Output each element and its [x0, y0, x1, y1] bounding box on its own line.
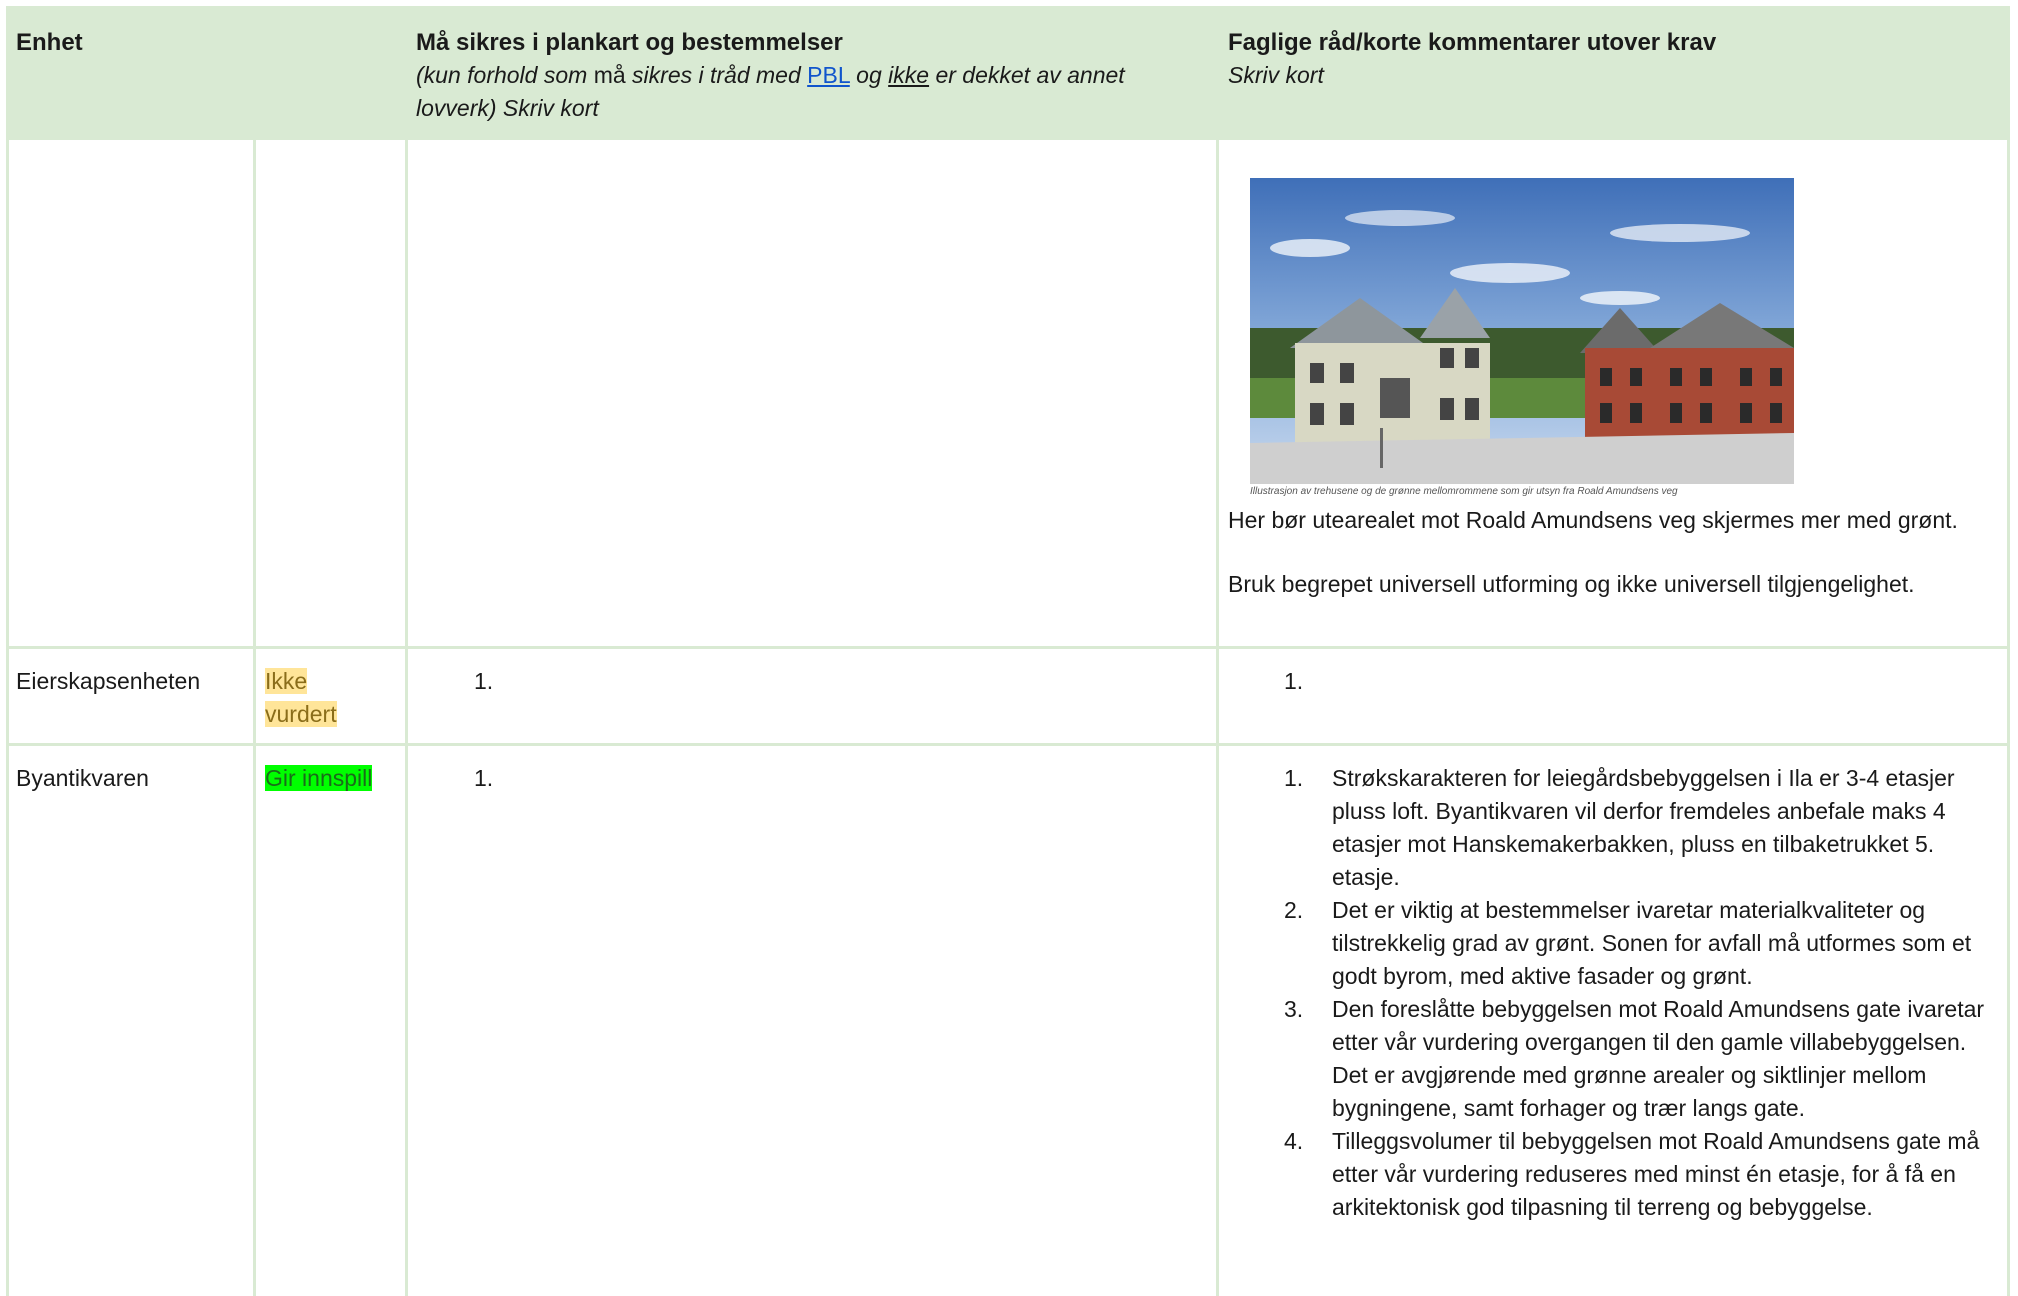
comment-list-item: 1.	[1284, 668, 1304, 694]
unit-name: Byantikvaren	[16, 765, 149, 791]
header-enhet: Enhet	[16, 29, 83, 56]
status-badge: Gir innspill	[265, 765, 373, 791]
comments-table: Enhet Må sikres i plankart og bestemmels…	[6, 6, 2010, 1296]
requirement-list-item: 1.	[474, 668, 494, 694]
comment-text: Her bør utearealet mot Roald Amundsens v…	[1228, 507, 1958, 597]
unit-name: Eierskapsenheten	[16, 668, 201, 694]
requirement-list-item: 1.	[474, 765, 494, 791]
header-ma-sikres: Må sikres i plankart og bestemmelser (ku…	[416, 29, 1125, 121]
comment-list: 1. Strøkskarakteren for leiegårdsbebyggel…	[1274, 762, 2010, 1224]
table-border	[1216, 140, 1219, 1296]
table-border	[405, 140, 408, 1296]
building-illustration	[1250, 178, 1794, 484]
row-divider	[6, 646, 2010, 649]
status-badge: Ikke vurdert	[265, 668, 337, 727]
image-caption: Illustrasjon av trehusene og de grønne m…	[1250, 486, 1678, 497]
row-divider	[6, 743, 2010, 746]
pbl-link[interactable]: PBL	[807, 62, 850, 88]
comment-list-item: 1. Strøkskarakteren for leiegårdsbebyggel…	[1284, 765, 1955, 890]
comment-list-item: 4. Tilleggsvolumer til bebyggelsen mot Ro…	[1284, 1128, 1980, 1220]
comment-list-item: 3. Den foreslåtte bebyggelsen mot Roald A…	[1284, 996, 1985, 1121]
header-faglige-rad: Faglige råd/korte kommentarer utover kra…	[1228, 29, 1717, 88]
table-border	[6, 140, 9, 1296]
comment-list-item: 2. Det er viktig at bestemmelser ivaretar…	[1284, 897, 1972, 989]
